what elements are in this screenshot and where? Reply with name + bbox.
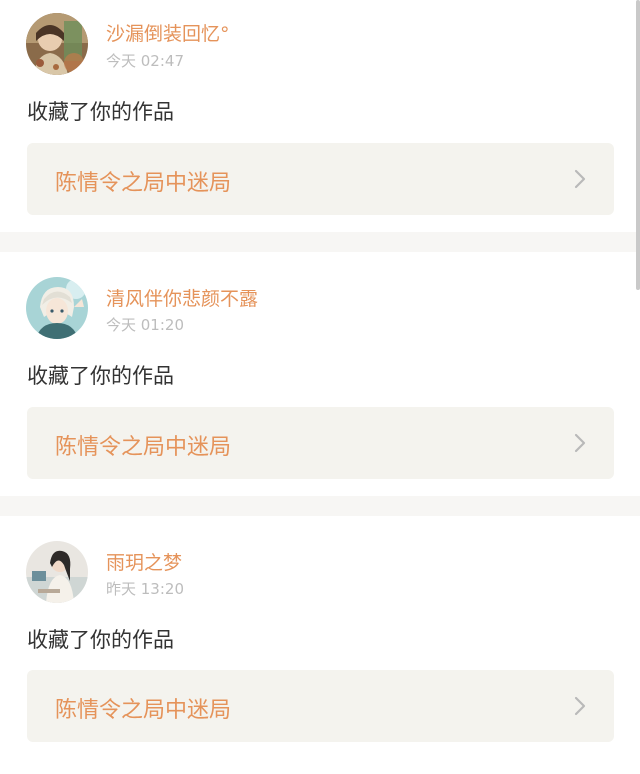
timestamp: 昨天 13:20: [106, 580, 184, 598]
timestamp: 今天 01:20: [106, 316, 184, 334]
action-text: 收藏了你的作品: [27, 100, 174, 124]
scrollbar[interactable]: [636, 0, 640, 290]
avatar-photo-icon[interactable]: [26, 13, 88, 75]
work-link[interactable]: 陈情令之局中迷局: [27, 407, 614, 479]
work-link[interactable]: 陈情令之局中迷局: [27, 670, 614, 742]
work-title: 陈情令之局中迷局: [55, 698, 232, 723]
notification-card: 雨玥之梦 昨天 13:20 收藏了你的作品 陈情令之局中迷局: [0, 516, 640, 774]
chevron-right-icon: [574, 696, 586, 716]
chevron-right-icon: [574, 169, 586, 189]
notification-card: 清风伴你悲颜不露 今天 01:20 收藏了你的作品 陈情令之局中迷局: [0, 252, 640, 496]
work-title: 陈情令之局中迷局: [55, 435, 232, 460]
notification-card: 沙漏倒装回忆° 今天 02:47 收藏了你的作品 陈情令之局中迷局: [0, 0, 640, 232]
work-title: 陈情令之局中迷局: [55, 171, 232, 196]
avatar-anime-icon[interactable]: [26, 277, 88, 339]
work-link[interactable]: 陈情令之局中迷局: [27, 143, 614, 215]
timestamp: 今天 02:47: [106, 52, 184, 70]
action-text: 收藏了你的作品: [27, 364, 174, 388]
username[interactable]: 清风伴你悲颜不露: [106, 284, 258, 311]
username[interactable]: 雨玥之梦: [106, 548, 182, 575]
action-text: 收藏了你的作品: [27, 628, 174, 652]
avatar-girl-icon[interactable]: [26, 541, 88, 603]
username[interactable]: 沙漏倒装回忆°: [106, 19, 230, 46]
chevron-right-icon: [574, 433, 586, 453]
notification-feed: 沙漏倒装回忆° 今天 02:47 收藏了你的作品 陈情令之局中迷局 清风伴你悲颜…: [0, 0, 640, 774]
